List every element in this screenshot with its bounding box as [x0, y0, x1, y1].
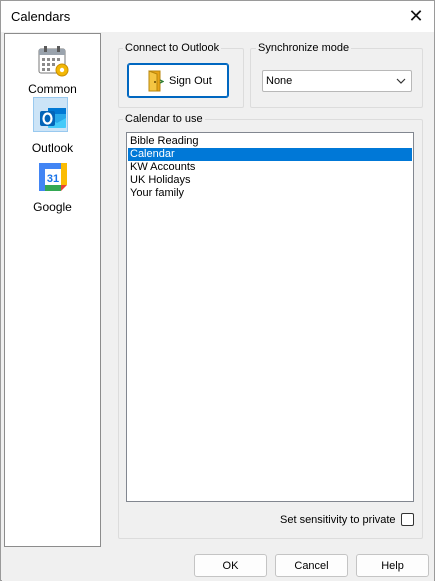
ok-button[interactable]: OK	[194, 554, 267, 577]
sync-mode-value: None	[266, 75, 293, 87]
sensitivity-label: Set sensitivity to private	[280, 514, 396, 526]
svg-text:31: 31	[47, 173, 59, 185]
list-item[interactable]: Your family	[128, 187, 412, 200]
sensitivity-checkbox[interactable]	[401, 513, 414, 526]
calendars-dialog: Calendars ✕ Common Outlook 31 Google Con…	[0, 0, 435, 581]
list-item[interactable]: Bible Reading	[128, 135, 412, 148]
sign-out-label: Sign Out	[169, 75, 212, 87]
door-exit-icon	[148, 70, 164, 92]
category-sidebar: Common Outlook 31 Google	[4, 33, 101, 547]
chevron-down-icon	[396, 78, 406, 84]
title-bar: Calendars ✕	[1, 1, 434, 32]
close-button[interactable]: ✕	[398, 1, 434, 32]
sidebar-item-outlook[interactable]: Outlook	[5, 97, 100, 155]
list-item-selected[interactable]: Calendar	[128, 148, 412, 161]
connect-group-title: Connect to Outlook	[123, 42, 222, 54]
list-item[interactable]: UK Holidays	[128, 174, 412, 187]
sync-mode-select[interactable]: None	[262, 70, 412, 92]
calendar-group-title: Calendar to use	[123, 113, 205, 125]
google-calendar-icon: 31	[39, 163, 67, 191]
sync-mode-group-title: Synchronize mode	[256, 42, 352, 54]
calendar-gear-icon	[38, 46, 69, 77]
calendar-listbox[interactable]: Bible Reading Calendar KW Accounts UK Ho…	[126, 132, 414, 502]
sidebar-item-common[interactable]: Common	[5, 38, 100, 96]
sidebar-item-label: Outlook	[31, 141, 74, 155]
list-item[interactable]: KW Accounts	[128, 161, 412, 174]
sidebar-item-google[interactable]: 31 Google	[5, 156, 100, 214]
outlook-icon	[40, 108, 66, 128]
sidebar-item-label: Common	[28, 82, 77, 96]
close-icon: ✕	[408, 6, 424, 27]
sign-out-button[interactable]: Sign Out	[127, 63, 229, 98]
help-button[interactable]: Help	[356, 554, 429, 577]
sidebar-item-label: Google	[33, 200, 72, 214]
cancel-button[interactable]: Cancel	[275, 554, 348, 577]
window-title: Calendars	[11, 9, 71, 24]
